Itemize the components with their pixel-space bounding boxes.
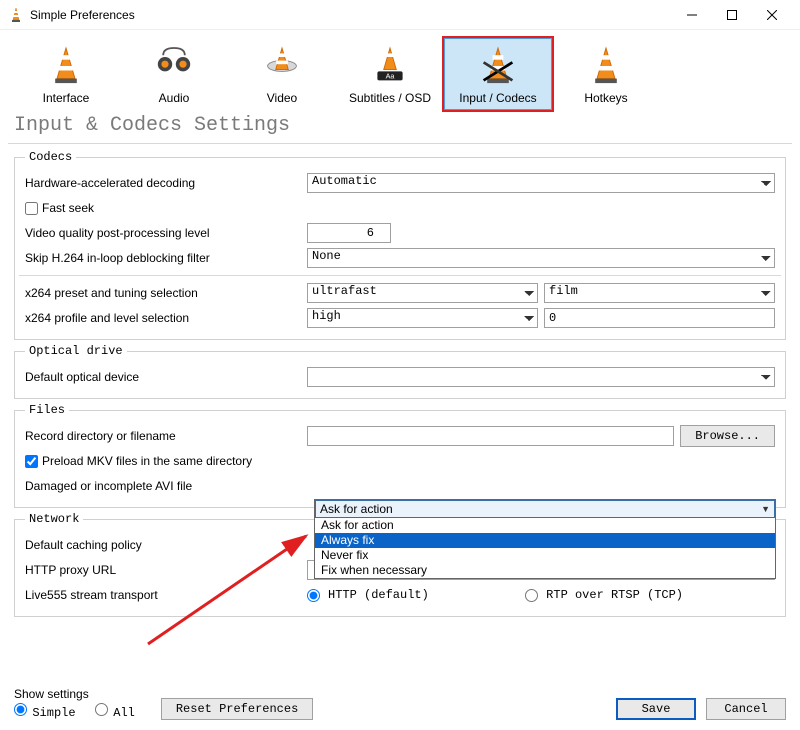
category-interface[interactable]: Interface	[12, 38, 120, 110]
dropdown-option[interactable]: Fix when necessary	[315, 563, 775, 578]
legend-network: Network	[25, 512, 83, 526]
dropdown-option[interactable]: Ask for action	[315, 518, 775, 533]
input-x264-level[interactable]	[544, 308, 775, 328]
fieldset-optical: Optical drive Default optical device	[14, 344, 786, 399]
category-label: Input / Codecs	[449, 91, 547, 105]
select-x264-profile[interactable]: high	[307, 308, 538, 328]
category-label: Subtitles / OSD	[341, 91, 439, 105]
label-skip-h264: Skip H.264 in-loop deblocking filter	[25, 251, 307, 265]
label-live555-rtp: RTP over RTSP (TCP)	[546, 588, 683, 602]
dropdown-damaged-avi[interactable]: Ask for action Ask for action Always fix…	[314, 499, 776, 579]
label-fast-seek: Fast seek	[42, 201, 94, 215]
fieldset-files: Files Record directory or filename Brows…	[14, 403, 786, 508]
dropdown-option[interactable]: Always fix	[315, 533, 775, 548]
radio-show-simple[interactable]	[14, 703, 27, 716]
subtitles-icon: Aa	[341, 45, 439, 87]
browse-button[interactable]: Browse...	[680, 425, 775, 447]
cancel-button[interactable]: Cancel	[706, 698, 786, 720]
radio-live555-http[interactable]	[307, 589, 320, 602]
category-label: Hotkeys	[557, 91, 655, 105]
save-button[interactable]: Save	[616, 698, 696, 720]
category-label: Video	[233, 91, 331, 105]
label-record-dir: Record directory or filename	[25, 429, 307, 443]
checkbox-fast-seek[interactable]	[25, 202, 38, 215]
category-audio[interactable]: Audio	[120, 38, 228, 110]
hotkeys-icon	[557, 45, 655, 87]
label-x264-profile: x264 profile and level selection	[25, 311, 307, 325]
svg-text:Aa: Aa	[386, 72, 395, 81]
minimize-button[interactable]	[672, 0, 712, 30]
label-hw-decode: Hardware-accelerated decoding	[25, 176, 307, 190]
select-hw-decode[interactable]: Automatic	[307, 173, 775, 193]
category-label: Interface	[17, 91, 115, 105]
fieldset-codecs: Codecs Hardware-accelerated decoding Aut…	[14, 150, 786, 340]
spinner-vq-postproc[interactable]	[307, 223, 391, 243]
maximize-button[interactable]	[712, 0, 752, 30]
label-x264-preset: x264 preset and tuning selection	[25, 286, 307, 300]
close-button[interactable]	[752, 0, 792, 30]
category-label: Audio	[125, 91, 223, 105]
label-show-all: All	[113, 706, 135, 720]
category-bar: Interface Audio Video Aa Subtitles / OSD…	[0, 30, 800, 110]
legend-files: Files	[25, 403, 69, 417]
radio-show-all[interactable]	[95, 703, 108, 716]
label-show-settings: Show settings	[14, 687, 151, 701]
vlc-logo-icon	[8, 7, 24, 23]
legend-codecs: Codecs	[25, 150, 76, 164]
section-title: Input & Codecs Settings	[0, 110, 800, 143]
input-record-dir[interactable]	[307, 426, 674, 446]
label-live555-http: HTTP (default)	[328, 588, 429, 602]
label-preload-mkv: Preload MKV files in the same directory	[42, 454, 252, 468]
legend-optical: Optical drive	[25, 344, 127, 358]
dropdown-selected[interactable]: Ask for action	[315, 500, 775, 518]
footer: Show settings Simple All Reset Preferenc…	[0, 679, 800, 730]
window-title: Simple Preferences	[30, 8, 672, 22]
select-skip-h264[interactable]: None	[307, 248, 775, 268]
video-icon	[233, 45, 331, 87]
radio-live555-rtp[interactable]	[525, 589, 538, 602]
reset-preferences-button[interactable]: Reset Preferences	[161, 698, 313, 720]
audio-icon	[125, 45, 223, 87]
category-input-codecs[interactable]: Input / Codecs	[444, 38, 552, 110]
select-x264-tune[interactable]: film	[544, 283, 775, 303]
interface-icon	[17, 45, 115, 87]
label-vq-postproc: Video quality post-processing level	[25, 226, 307, 240]
label-live555: Live555 stream transport	[25, 588, 307, 602]
label-damaged-avi: Damaged or incomplete AVI file	[25, 479, 307, 493]
dropdown-option[interactable]: Never fix	[315, 548, 775, 563]
category-video[interactable]: Video	[228, 38, 336, 110]
select-default-optical[interactable]	[307, 367, 775, 387]
input-codecs-icon	[449, 45, 547, 87]
label-default-optical: Default optical device	[25, 370, 307, 384]
category-subtitles[interactable]: Aa Subtitles / OSD	[336, 38, 444, 110]
select-x264-preset[interactable]: ultrafast	[307, 283, 538, 303]
category-hotkeys[interactable]: Hotkeys	[552, 38, 660, 110]
label-proxy: HTTP proxy URL	[25, 563, 307, 577]
checkbox-preload-mkv[interactable]	[25, 455, 38, 468]
label-show-simple: Simple	[32, 706, 75, 720]
divider	[19, 275, 781, 276]
label-caching: Default caching policy	[25, 538, 307, 552]
